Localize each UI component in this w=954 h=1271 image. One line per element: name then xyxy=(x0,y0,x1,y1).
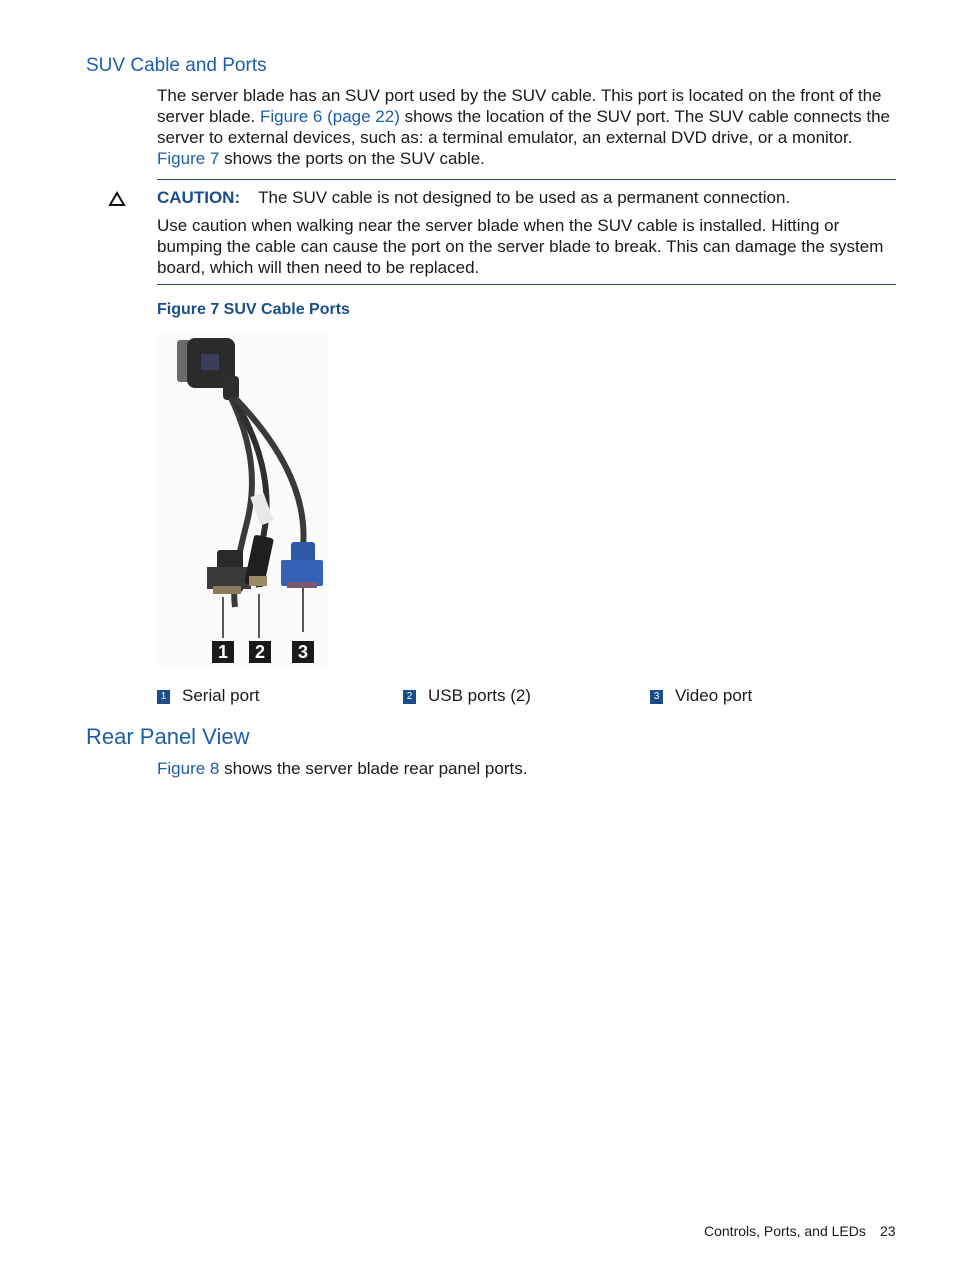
legend-label: Serial port xyxy=(182,686,260,705)
rear-panel-paragraph: Figure 8 shows the server blade rear pan… xyxy=(157,758,527,779)
section-heading-suv: SUV Cable and Ports xyxy=(86,55,267,76)
rear-panel-text: shows the server blade rear panel ports. xyxy=(219,759,528,778)
legend-label: Video port xyxy=(675,686,753,705)
figure-8-link[interactable]: Figure 8 xyxy=(157,759,219,778)
legend-badge: 2 xyxy=(403,689,416,704)
section-heading-rear-panel: Rear Panel View xyxy=(86,724,250,749)
figure-title: Figure 7 SUV Cable Ports xyxy=(157,301,350,318)
legend-item-usb: 2 USB ports (2) xyxy=(403,686,531,706)
suv-cable-image xyxy=(157,332,327,667)
legend-label: USB ports (2) xyxy=(428,686,531,705)
caution-text: The SUV cable is not designed to be used… xyxy=(258,188,791,207)
caution-body: Use caution when walking near the server… xyxy=(157,216,884,277)
figure-7-link[interactable]: Figure 7 xyxy=(157,149,219,168)
callout-3: 3 xyxy=(292,641,314,663)
suv-paragraph: The server blade has an SUV port used by… xyxy=(157,85,897,169)
para-text-3: shows the ports on the SUV cable. xyxy=(219,149,485,168)
warning-triangle-icon xyxy=(108,191,126,212)
caution-top-rule xyxy=(157,179,896,180)
legend-badge: 1 xyxy=(157,689,170,704)
legend-item-video: 3 Video port xyxy=(650,686,752,706)
legend-item-serial: 1 Serial port xyxy=(157,686,259,706)
footer-page-number: 23 xyxy=(880,1223,896,1239)
figure-6-link[interactable]: Figure 6 (page 22) xyxy=(260,107,400,126)
caution-bottom-rule xyxy=(157,284,896,285)
callout-1: 1 xyxy=(212,641,234,663)
footer-chapter: Controls, Ports, and LEDs xyxy=(704,1223,866,1239)
callout-2: 2 xyxy=(249,641,271,663)
caution-label: CAUTION: xyxy=(157,188,241,207)
caution-line-1: CAUTION: The SUV cable is not designed to… xyxy=(157,187,897,208)
legend-badge: 3 xyxy=(650,689,663,704)
